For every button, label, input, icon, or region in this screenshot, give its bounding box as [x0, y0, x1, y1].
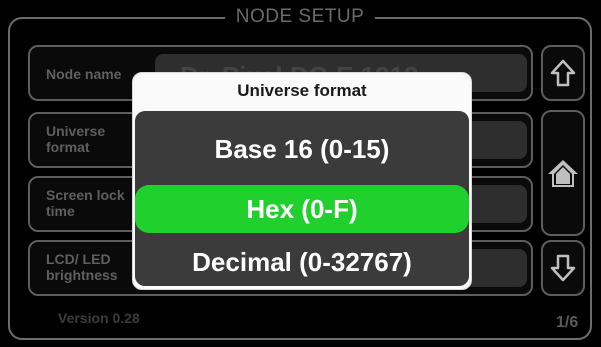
universe-format-popup: Universe format Base 16 (0-15) Hex (0-F)…	[132, 72, 472, 290]
page-indicator: 1/6	[556, 314, 579, 331]
page-title: NODE SETUP	[225, 5, 375, 29]
node-setup-screen: NODE SETUP Node name Dr. Pixel DC-E 1212…	[0, 0, 601, 347]
option-hex[interactable]: Hex (0-F)	[135, 185, 469, 233]
scroll-up-button[interactable]	[541, 45, 585, 101]
popup-title: Universe format	[237, 81, 367, 100]
scroll-down-button[interactable]	[541, 240, 585, 296]
option-list: Base 16 (0-15) Hex (0-F) Decimal (0-3276…	[135, 111, 469, 286]
brightness-label: LCD/ LED brightness	[46, 251, 118, 283]
node-name-label: Node name	[46, 66, 122, 82]
home-icon	[548, 160, 578, 187]
option-base16[interactable]: Base 16 (0-15)	[135, 125, 469, 173]
screen-lock-time-label: Screen lock time	[46, 187, 125, 219]
universe-format-label: Universe format	[46, 123, 106, 155]
home-button[interactable]	[541, 110, 585, 236]
option-decimal[interactable]: Decimal (0-32767)	[135, 238, 469, 286]
arrow-up-icon	[550, 59, 576, 87]
version-label: Version 0.28	[58, 310, 140, 326]
arrow-down-icon	[550, 254, 576, 282]
